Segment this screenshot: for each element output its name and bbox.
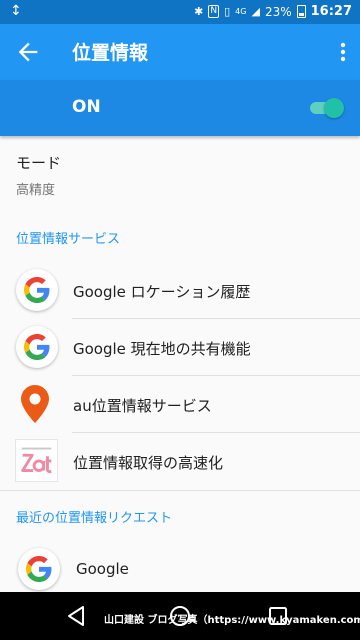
list-item-google-location-sharing[interactable]: Google 現在地の共有機能 [0, 319, 360, 376]
nfc-icon: N [208, 5, 220, 18]
watermark-text: 山口建設 ブログ写真（https://www.kyamaken.com） [104, 615, 360, 626]
usb-debug-icon: ↕ [10, 3, 22, 19]
list-item-recent-google[interactable]: Google [0, 541, 360, 598]
section-divider [0, 490, 360, 491]
bluetooth-icon: ✱ [194, 4, 204, 18]
clock: 16:27 [310, 4, 352, 19]
battery-percent: 23% [264, 4, 292, 19]
recent-requests-header: 最近の位置情報リクエスト [16, 511, 173, 526]
toggle-thumb [324, 98, 344, 118]
location-toggle[interactable] [310, 98, 344, 118]
mode-title: モード [16, 154, 62, 172]
list-item-label: Google ロケーション履歴 [73, 283, 251, 301]
arrow-back-icon[interactable] [14, 38, 42, 66]
signal-icon: ◢ [251, 4, 260, 18]
navigation-bar: 山口建設 ブログ写真（https://www.kyamaken.com） [0, 592, 360, 640]
list-item-label: 位置情報取得の高速化 [73, 454, 224, 472]
app-bar: 位置情報 [0, 24, 360, 80]
nav-back-icon[interactable] [66, 605, 86, 627]
battery-icon [296, 5, 306, 18]
location-pin-icon [21, 385, 49, 423]
list-item-location-acceleration[interactable]: 位置情報取得の高速化 [0, 433, 360, 490]
vibrate-icon: ▯ [224, 4, 231, 18]
google-g-icon [18, 548, 60, 590]
list-item-label: au位置情報サービス [73, 397, 212, 415]
list-item-label: Google [76, 560, 129, 578]
list-item-label: Google 現在地の共有機能 [73, 340, 251, 358]
google-g-icon [16, 326, 58, 368]
list-item-au-location-service[interactable]: au位置情報サービス [0, 376, 360, 433]
status-bar: ↕ ✱ N ▯ 4G ◢ 23% 16:27 [0, 0, 360, 24]
more-vert-icon[interactable] [340, 42, 346, 62]
page-title: 位置情報 [72, 42, 149, 64]
google-g-icon [16, 269, 58, 311]
mode-value: 高精度 [16, 183, 56, 198]
qualcomm-izat-icon [15, 439, 58, 482]
services-header: 位置情報サービス [16, 232, 121, 247]
network-type: 4G [235, 6, 247, 16]
list-item-google-location-history[interactable]: Google ロケーション履歴 [0, 262, 360, 319]
master-switch-bar[interactable]: ON [0, 80, 360, 136]
mode-setting[interactable]: モード 高精度 [16, 152, 61, 198]
status-icons: ✱ N ▯ 4G ◢ 23% 16:27 [194, 4, 352, 19]
switch-state-label: ON [72, 97, 101, 117]
